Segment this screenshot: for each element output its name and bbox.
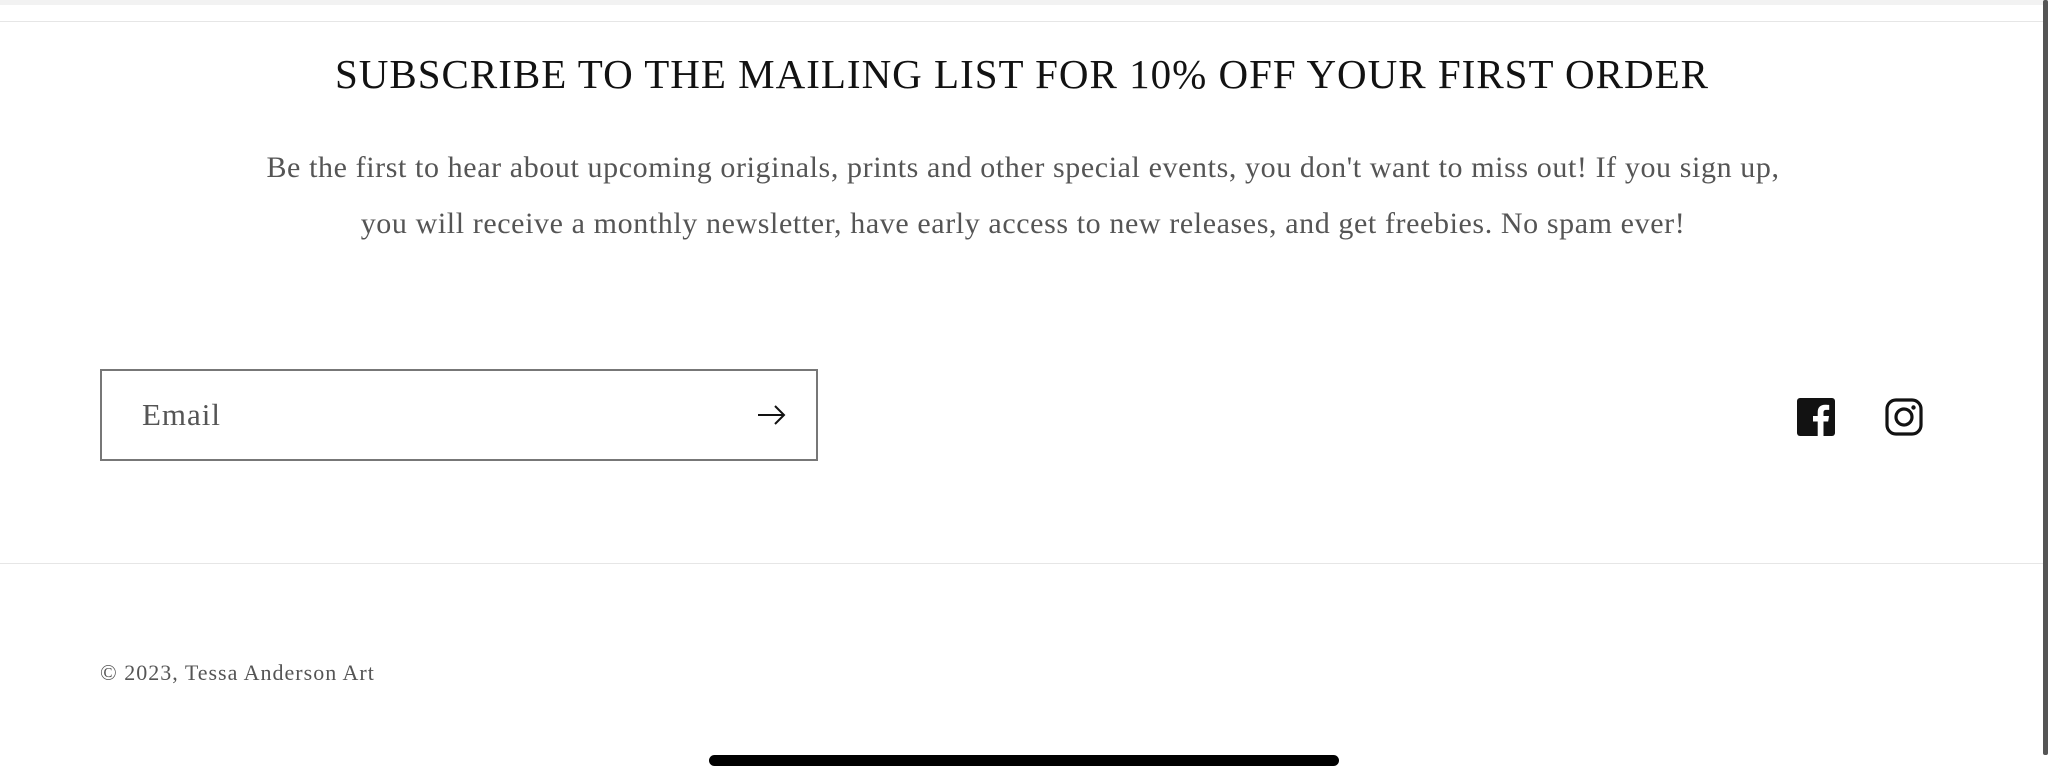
instagram-icon: [1885, 398, 1923, 436]
page: SUBSCRIBE TO THE MAILING LIST FOR 10% OF…: [0, 0, 2048, 782]
newsletter-form: [100, 369, 818, 461]
top-strip: [0, 0, 2048, 5]
newsletter-description: Be the first to hear about upcoming orig…: [266, 151, 1780, 240]
home-indicator: [709, 755, 1339, 766]
facebook-icon: [1797, 398, 1835, 436]
arrow-right-icon: [758, 405, 786, 425]
top-divider: [0, 21, 2048, 22]
facebook-link[interactable]: [1797, 398, 1835, 436]
scrollbar[interactable]: [2043, 0, 2048, 755]
subscribe-button[interactable]: [728, 371, 816, 459]
email-input[interactable]: [102, 370, 728, 460]
copyright-text: © 2023, Tessa Anderson Art: [100, 660, 375, 685]
newsletter-heading: SUBSCRIBE TO THE MAILING LIST FOR 10% OF…: [334, 51, 1709, 97]
footer-divider: [0, 563, 2044, 564]
instagram-link[interactable]: [1885, 398, 1923, 436]
